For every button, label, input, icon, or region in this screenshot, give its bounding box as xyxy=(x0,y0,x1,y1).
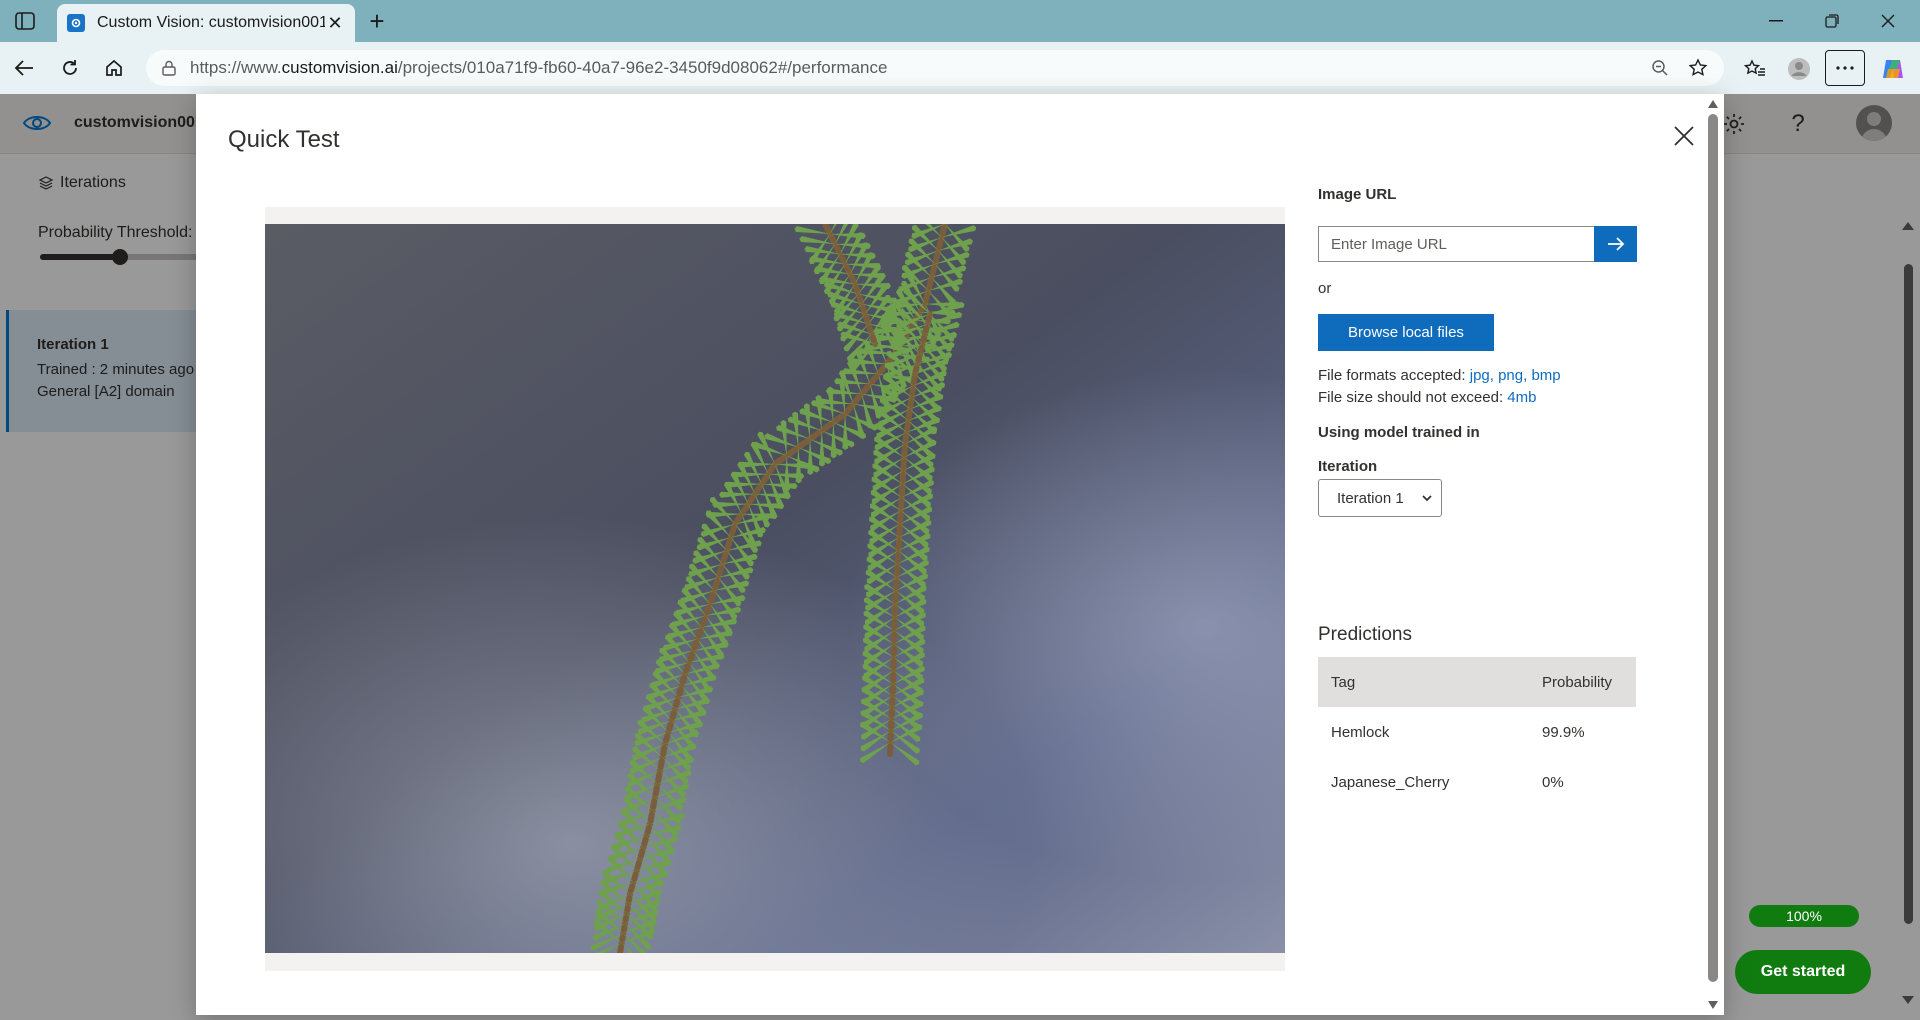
prediction-probability: 99.9% xyxy=(1542,723,1585,741)
scroll-thumb[interactable] xyxy=(1708,114,1718,982)
image-preview-frame xyxy=(265,207,1285,971)
zoom-out-icon[interactable] xyxy=(1646,54,1674,82)
predictions-title: Predictions xyxy=(1318,624,1412,645)
file-size-info: File size should not exceed: 4mb xyxy=(1318,389,1536,406)
new-tab-icon[interactable]: + xyxy=(364,6,390,36)
favorites-icon[interactable] xyxy=(1738,52,1772,86)
file-size-prefix: File size should not exceed: xyxy=(1318,389,1508,406)
favorite-star-icon[interactable] xyxy=(1684,54,1712,82)
home-icon[interactable] xyxy=(98,52,130,84)
url-domain: customvision.ai xyxy=(281,58,398,77)
table-row: Hemlock 99.9% xyxy=(1318,707,1636,757)
lock-icon[interactable] xyxy=(158,57,180,79)
browser-tab-active[interactable]: Custom Vision: customvision001 - ✕ xyxy=(57,4,355,42)
scroll-up-icon[interactable] xyxy=(1708,100,1718,108)
url-prefix: https://www. xyxy=(190,58,282,77)
prediction-tag: Hemlock xyxy=(1331,723,1390,741)
dialog-scrollbar[interactable] xyxy=(1706,98,1720,1011)
iteration-select-value: Iteration 1 xyxy=(1337,489,1404,507)
custom-vision-favicon-icon xyxy=(67,14,85,32)
dialog-title: Quick Test xyxy=(228,126,340,153)
prediction-tag: Japanese_Cherry xyxy=(1331,773,1450,791)
arrow-right-icon xyxy=(1607,237,1624,251)
browse-local-files-button[interactable]: Browse local files xyxy=(1318,314,1494,351)
file-formats-info: File formats accepted: jpg, png, bmp xyxy=(1318,367,1561,384)
tab-close-icon[interactable]: ✕ xyxy=(325,13,345,33)
iteration-label: Iteration xyxy=(1318,458,1378,475)
tag-column-header: Tag xyxy=(1318,657,1532,707)
page-scrollbar[interactable] xyxy=(1896,94,1920,1020)
get-started-button[interactable]: Get started xyxy=(1735,950,1871,994)
chevron-down-icon xyxy=(1421,491,1433,508)
tab-actions-icon[interactable] xyxy=(10,8,40,34)
predictions-header-row: Tag Probability xyxy=(1318,657,1636,707)
test-image xyxy=(265,224,1285,953)
refresh-icon[interactable] xyxy=(54,52,86,84)
close-icon[interactable] xyxy=(1668,120,1700,152)
minimize-icon[interactable] xyxy=(1748,0,1804,42)
address-url[interactable]: https://www.customvision.ai/projects/010… xyxy=(190,58,1636,78)
restore-icon[interactable] xyxy=(1804,0,1860,42)
back-icon[interactable] xyxy=(8,52,40,84)
or-label: or xyxy=(1318,280,1332,297)
table-row: Japanese_Cherry 0% xyxy=(1318,757,1636,807)
url-path: /projects/010a71f9-fb60-40a7-96e2-3450f9… xyxy=(397,58,888,77)
address-bar[interactable]: https://www.customvision.ai/projects/010… xyxy=(146,50,1724,86)
progress-badge: 100% xyxy=(1749,905,1859,927)
prediction-probability: 0% xyxy=(1542,773,1564,791)
file-size-value: 4mb xyxy=(1507,389,1537,406)
iteration-select[interactable]: Iteration 1 xyxy=(1318,479,1442,517)
submit-url-button[interactable] xyxy=(1594,226,1637,262)
probability-column-header: Probability xyxy=(1532,657,1636,707)
browser-titlebar: Custom Vision: customvision001 - ✕ + xyxy=(0,0,1920,42)
more-options-icon[interactable] xyxy=(1825,50,1865,86)
file-formats-value: jpg, png, bmp xyxy=(1469,367,1561,384)
profile-icon[interactable] xyxy=(1782,52,1816,86)
quick-test-dialog: Quick Test Image URL Enter Image URL or … xyxy=(196,94,1724,1015)
file-formats-prefix: File formats accepted: xyxy=(1318,367,1470,384)
close-window-icon[interactable] xyxy=(1860,0,1916,42)
model-trained-label: Using model trained in xyxy=(1318,424,1480,441)
scroll-down-icon[interactable] xyxy=(1708,1001,1718,1009)
predictions-table: Tag Probability Hemlock 99.9% Japanese_C… xyxy=(1318,657,1636,807)
tab-title: Custom Vision: customvision001 - xyxy=(97,14,325,31)
browser-toolbar: https://www.customvision.ai/projects/010… xyxy=(0,42,1920,94)
copilot-icon[interactable] xyxy=(1876,52,1910,86)
image-url-label: Image URL xyxy=(1318,186,1397,203)
image-url-input[interactable] xyxy=(1318,226,1594,262)
